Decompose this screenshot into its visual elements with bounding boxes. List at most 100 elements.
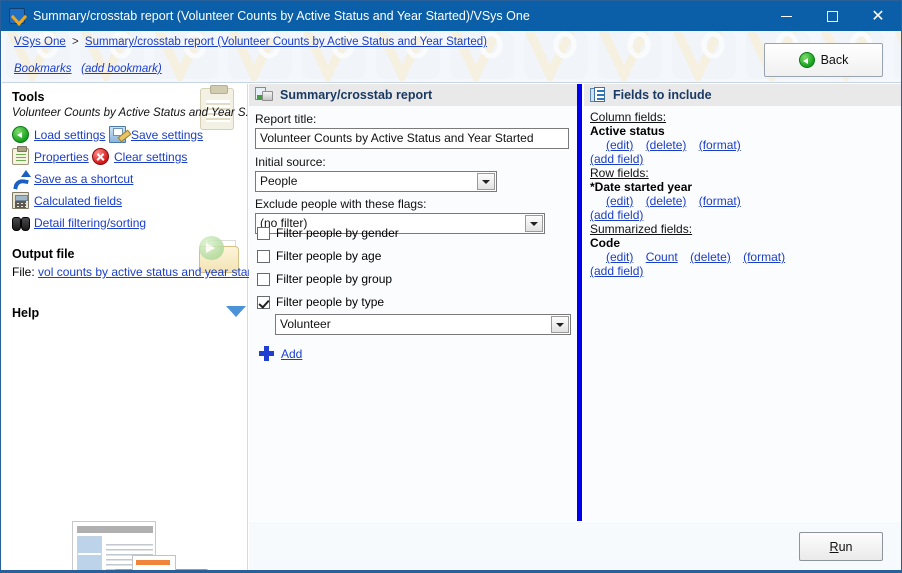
red-x-circle-icon xyxy=(92,148,109,165)
bookmarks-link[interactable]: Bookmarks xyxy=(14,63,72,75)
filter-age-label: Filter people by age xyxy=(276,249,382,263)
summarized-count-link[interactable]: Count xyxy=(646,250,678,264)
right-panel-header: Fields to include xyxy=(584,84,901,106)
run-accel: R xyxy=(829,539,839,554)
sidebar-item-properties[interactable]: Properties xyxy=(12,146,89,165)
chevron-down-icon[interactable] xyxy=(226,306,246,317)
tools-sidebar: Tools Volunteer Counts by Active Status … xyxy=(2,84,265,572)
row-format-link[interactable]: (format) xyxy=(699,194,741,208)
filter-gender-checkbox[interactable] xyxy=(257,226,270,240)
calculated-fields-label: Calculated fields xyxy=(34,193,123,208)
summarized-add-field-link[interactable]: (add field) xyxy=(590,264,643,278)
column-fields-label: Column fields: xyxy=(590,110,667,124)
save-as-shortcut-label: Save as a shortcut xyxy=(34,171,134,186)
row-edit-link[interactable]: (edit) xyxy=(606,194,633,208)
maximize-button[interactable] xyxy=(809,1,855,31)
filter-group-row[interactable]: Filter people by group xyxy=(257,272,392,286)
breadcrumb-current[interactable]: Summary/crosstab report (Volunteer Count… xyxy=(85,36,487,48)
add-bookmark-link[interactable]: (add bookmark) xyxy=(81,63,162,75)
row-delete-link[interactable]: (delete) xyxy=(646,194,687,208)
report-settings-panel: Summary/crosstab report Report title: Vo… xyxy=(249,84,577,521)
chevron-down-icon[interactable] xyxy=(551,316,569,333)
sidebar-item-calculated-fields[interactable]: Calculated fields xyxy=(12,192,122,209)
report-printer-icon xyxy=(255,87,273,103)
window-title: Summary/crosstab report (Volunteer Count… xyxy=(33,9,530,23)
summarized-fields-label: Summarized fields: xyxy=(590,222,693,236)
back-button-label: Back xyxy=(820,53,849,67)
sidebar-item-detail-filtering[interactable]: Detail filtering/sorting xyxy=(12,214,146,231)
column-edit-link[interactable]: (edit) xyxy=(606,138,633,152)
minimize-button[interactable] xyxy=(763,1,809,31)
chevron-down-icon[interactable] xyxy=(525,215,543,232)
chevron-down-icon[interactable] xyxy=(477,173,495,190)
report-title-label: Report title: xyxy=(255,112,317,126)
initial-source-value: People xyxy=(260,174,298,188)
filter-group-checkbox[interactable] xyxy=(257,272,270,286)
report-subtitle: Volunteer Counts by Active Status and Ye… xyxy=(12,107,256,119)
column-field-actions: (edit) (delete) (format) xyxy=(590,138,896,152)
filter-type-row[interactable]: Filter people by type xyxy=(257,295,384,309)
filter-type-checkbox[interactable] xyxy=(257,295,270,309)
row-add-field-link[interactable]: (add field) xyxy=(590,208,643,222)
right-panel-title: Fields to include xyxy=(613,88,712,102)
filter-group-label: Filter people by group xyxy=(276,272,393,286)
blue-plus-icon xyxy=(259,346,274,361)
filter-age-row[interactable]: Filter people by age xyxy=(257,249,381,263)
center-panel-title: Summary/crosstab report xyxy=(280,88,433,102)
column-format-link[interactable]: (format) xyxy=(699,138,741,152)
add-filter-label: Add xyxy=(281,346,303,361)
person-type-select[interactable]: Volunteer xyxy=(275,314,571,335)
status-line xyxy=(1,570,901,572)
output-file-row: File: vol counts by active status and ye… xyxy=(12,265,265,279)
output-file-label: File: xyxy=(12,265,35,279)
filter-type-label: Filter people by type xyxy=(276,295,385,309)
report-title-input[interactable]: Volunteer Counts by Active Status and Ye… xyxy=(255,128,569,149)
help-heading: Help xyxy=(12,306,40,320)
sidebar-item-clear-settings[interactable]: Clear settings xyxy=(92,148,187,165)
output-file-link[interactable]: vol counts by active status and year sta… xyxy=(38,265,265,279)
fields-list: Column fields: Active status (edit) (del… xyxy=(584,106,901,282)
summarized-edit-link[interactable]: (edit) xyxy=(606,250,633,264)
breadcrumb-separator: > xyxy=(71,36,79,48)
load-settings-label: Load settings xyxy=(34,127,106,142)
back-button[interactable]: Back xyxy=(764,43,883,77)
initial-source-select[interactable]: People xyxy=(255,171,497,192)
save-settings-label: Save settings xyxy=(131,127,204,142)
fields-to-include-panel: Fields to include Column fields: Active … xyxy=(584,84,901,521)
summarized-delete-link[interactable]: (delete) xyxy=(690,250,731,264)
header-band: VSys One > Summary/crosstab report (Volu… xyxy=(2,31,901,83)
properties-label: Properties xyxy=(34,149,89,164)
column-delete-link[interactable]: (delete) xyxy=(646,138,687,152)
row-field-actions: (edit) (delete) (format) xyxy=(590,194,896,208)
initial-source-label: Initial source: xyxy=(255,155,326,169)
person-type-value: Volunteer xyxy=(280,317,331,331)
filter-age-checkbox[interactable] xyxy=(257,249,270,263)
calculator-icon xyxy=(12,192,29,209)
green-back-arrow-icon xyxy=(798,52,815,68)
run-button[interactable]: Run xyxy=(799,532,883,561)
close-button[interactable]: ✕ xyxy=(855,1,901,31)
floppy-disk-icon xyxy=(109,126,126,143)
breadcrumb-root[interactable]: VSys One xyxy=(14,36,66,48)
run-button-label: Run xyxy=(830,540,853,554)
sidebar-item-save-settings[interactable]: Save settings xyxy=(109,126,203,143)
clipboard-icon xyxy=(12,146,29,165)
sidebar-item-save-as-shortcut[interactable]: Save as a shortcut xyxy=(12,170,133,187)
binoculars-icon xyxy=(12,214,30,231)
maximize-icon xyxy=(826,10,838,22)
blue-curved-arrow-icon xyxy=(12,170,31,187)
summarized-field-actions: (edit) Count (delete) (format) xyxy=(590,250,896,264)
panel-divider xyxy=(577,84,582,521)
row-field-name: *Date started year xyxy=(590,180,693,194)
summarized-format-link[interactable]: (format) xyxy=(743,250,785,264)
application-window: Summary/crosstab report (Volunteer Count… xyxy=(0,0,902,573)
title-bar: Summary/crosstab report (Volunteer Count… xyxy=(1,1,901,31)
filter-gender-row[interactable]: Filter people by gender xyxy=(257,226,399,240)
column-add-field-link[interactable]: (add field) xyxy=(590,152,643,166)
add-filter-button[interactable]: Add xyxy=(259,346,302,361)
field-group-row: Row fields: *Date started year (edit) (d… xyxy=(590,166,896,222)
run-suffix: un xyxy=(838,539,853,554)
sidebar-item-load-settings[interactable]: Load settings xyxy=(12,126,105,143)
bookmarks-bar: Bookmarks (add bookmark) xyxy=(14,63,162,75)
green-left-arrow-icon xyxy=(12,126,29,143)
